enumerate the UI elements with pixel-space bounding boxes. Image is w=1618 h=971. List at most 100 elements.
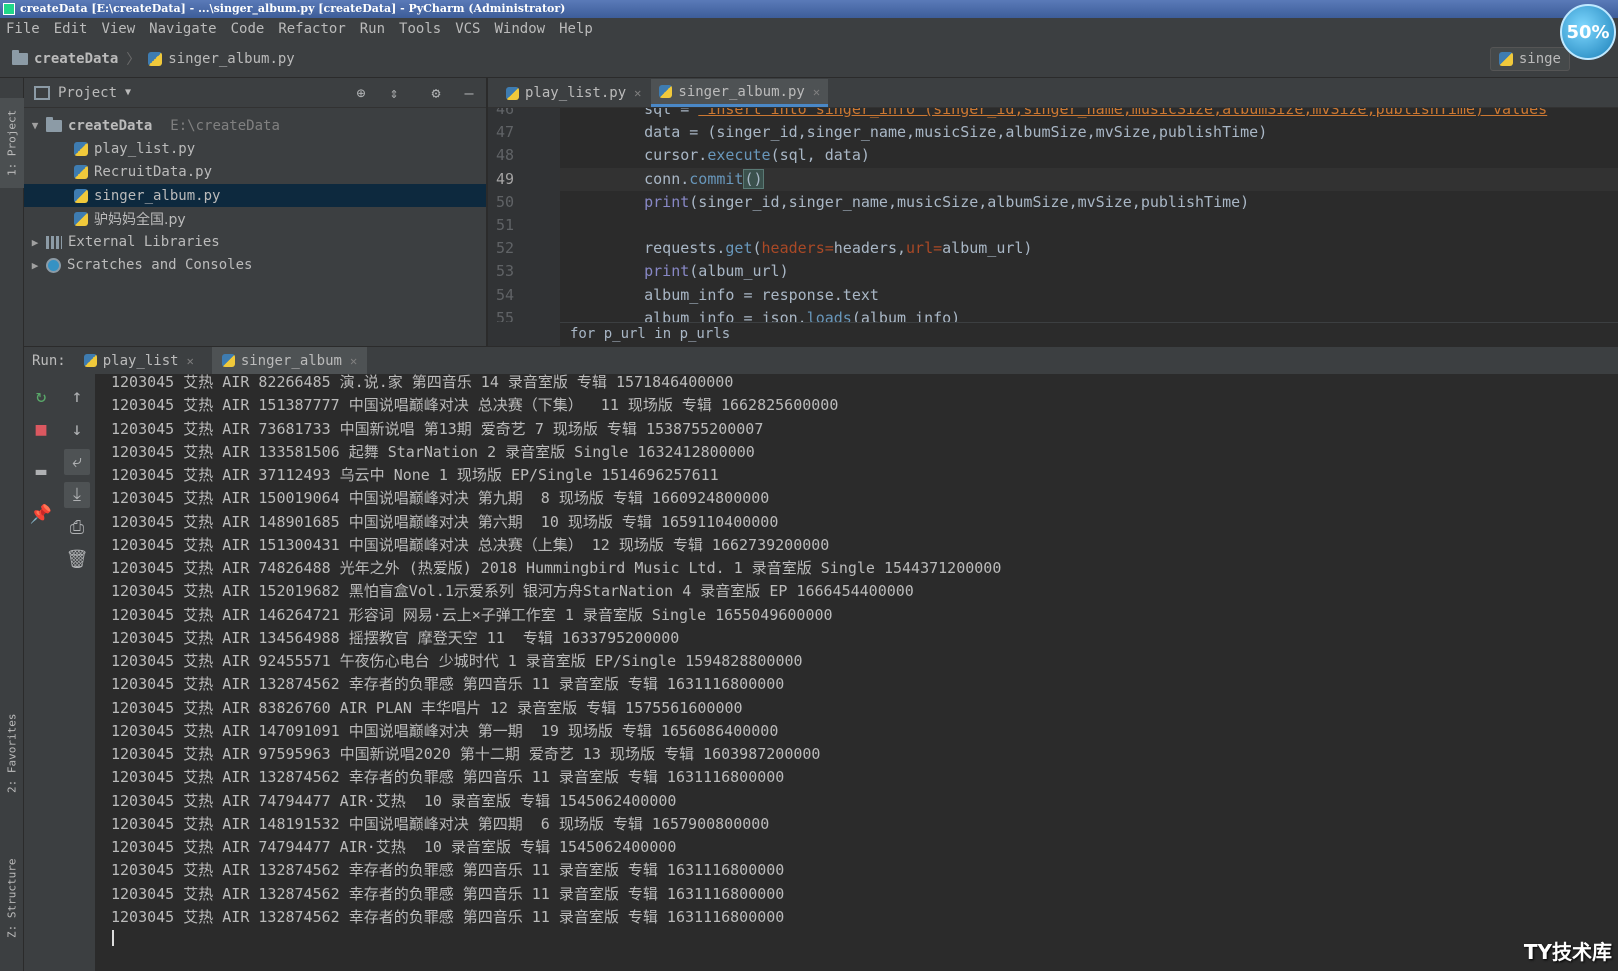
project-view-selector[interactable]: Project: [58, 85, 117, 101]
code-line[interactable]: cursor.execute(sql, data): [560, 144, 1618, 167]
tool-tab-favorites[interactable]: 2: Favorites: [0, 698, 24, 808]
tool-tab-structure[interactable]: Z: Structure: [0, 833, 24, 963]
console-output-line: 1203045 艾热 AIR 73681733 中国新说唱 第13期 爱奇艺 7…: [111, 419, 764, 438]
code-line[interactable]: album_info = response.text: [560, 284, 1618, 307]
tree-item-play-list[interactable]: play_list.py: [24, 137, 486, 160]
rerun-icon[interactable]: ↻: [28, 384, 54, 410]
code-breadcrumb[interactable]: for p_url in p_urls: [560, 322, 1618, 346]
tree-item-recruitdata[interactable]: RecruitData.py: [24, 161, 486, 184]
code-line[interactable]: sql = "insert into singer_info (singer_i…: [560, 108, 1618, 121]
tree-item-label: createData: [68, 117, 153, 134]
line-number: 47: [495, 123, 514, 142]
run-panel-header: Run: play_list ✕ singer_album ✕: [24, 346, 1618, 375]
console-output-line: 1203045 艾热 AIR 134564988 摇摆教官 摩登天空 11 专辑…: [111, 628, 680, 647]
console-output-line: 1203045 艾热 AIR 82266485 演.说.家 第四音乐 14 录音…: [111, 374, 734, 391]
code-line[interactable]: requests.get(headers=headers,url=album_u…: [560, 237, 1618, 260]
expand-arrow-icon[interactable]: ▼: [28, 119, 42, 132]
code-token: (singer_id,singer_name,musicSize,albumSi…: [689, 192, 1250, 211]
code-token: (: [752, 239, 762, 258]
code-line[interactable]: print(singer_id,singer_name,musicSize,al…: [560, 191, 1618, 214]
menu-edit[interactable]: Edit: [54, 21, 88, 37]
tree-item-label: External Libraries: [68, 234, 220, 251]
menu-code[interactable]: Code: [231, 21, 265, 37]
menu-refactor[interactable]: Refactor: [278, 21, 345, 37]
console-output-line: 1203045 艾热 AIR 74794477 AIR·艾热 10 录音室版 专…: [111, 838, 677, 856]
menu-run[interactable]: Run: [360, 21, 385, 37]
trash-icon[interactable]: 🗑: [64, 547, 90, 573]
tree-item-createdata[interactable]: ▼ createData E:\createData: [24, 114, 486, 137]
console-output-line: 1203045 艾热 AIR 146264721 形容词 网易·云上×子弹工作室…: [111, 605, 833, 624]
tree-item-lvmama[interactable]: 驴妈妈全国.py: [24, 207, 486, 230]
menu-tools[interactable]: Tools: [399, 21, 441, 37]
run-configuration-selector[interactable]: singe: [1489, 47, 1570, 71]
run-console-output[interactable]: 1203045 艾热 AIR 82266485 演.说.家 第四音乐 14 录音…: [97, 374, 1618, 971]
soft-wrap-icon[interactable]: ⤶: [64, 449, 90, 475]
project-panel-header: Project ▼ ⊕ ⇕ ⚙ —: [24, 78, 486, 108]
console-output-line: 1203045 艾热 AIR 132874562 幸存者的负罪感 第四音乐 11…: [111, 861, 785, 880]
close-icon[interactable]: ✕: [813, 85, 820, 99]
close-icon[interactable]: ✕: [350, 354, 357, 368]
breadcrumb-project[interactable]: createData: [34, 51, 118, 67]
close-icon[interactable]: ✕: [634, 86, 641, 100]
python-file-icon: [74, 141, 88, 156]
pycharm-app-icon: [3, 3, 15, 15]
code-line[interactable]: data = (singer_id,singer_name,musicSize,…: [560, 121, 1618, 144]
code-line[interactable]: album_info = json.loads(album_info): [560, 307, 1618, 322]
gear-icon[interactable]: ⚙: [427, 84, 445, 102]
line-number: 48: [495, 146, 514, 165]
menu-navigate[interactable]: Navigate: [149, 21, 216, 37]
menu-window[interactable]: Window: [495, 21, 546, 37]
code-area[interactable]: sql = "insert into singer_info (singer_i…: [560, 108, 1618, 322]
python-file-icon: [74, 165, 88, 180]
menu-file[interactable]: File: [6, 21, 40, 37]
code-token: headers,: [833, 239, 907, 258]
code-token: loads: [806, 308, 852, 322]
editor-tab-play-list[interactable]: play_list.py ✕: [498, 79, 649, 107]
pin-icon[interactable]: 📌: [28, 502, 54, 528]
run-tab-label: play_list: [102, 352, 179, 369]
python-file-icon: [221, 354, 235, 367]
breadcrumb-file[interactable]: singer_album.py: [168, 51, 294, 67]
console-output-line: 1203045 艾热 AIR 83826760 AIR PLAN 丰华唱片 12…: [111, 698, 743, 717]
code-line[interactable]: conn.commit(): [560, 167, 1618, 191]
console-output-line: 1203045 艾热 AIR 132874562 幸存者的负罪感 第四音乐 11…: [111, 884, 785, 903]
locate-icon[interactable]: ⊕: [352, 84, 370, 102]
arrow-down-icon[interactable]: ↓: [64, 417, 90, 443]
editor-tab-label: play_list.py: [525, 85, 627, 101]
menu-vcs[interactable]: VCS: [455, 21, 480, 37]
run-tab-play-list[interactable]: play_list ✕: [74, 347, 204, 375]
editor-tab-singer-album[interactable]: singer_album.py ✕: [651, 79, 829, 107]
expand-arrow-icon[interactable]: ▶: [28, 259, 42, 272]
collapse-all-icon[interactable]: ⇕: [385, 84, 403, 102]
folder-icon: [12, 49, 28, 65]
close-icon[interactable]: ✕: [187, 354, 194, 368]
code-line[interactable]: [560, 214, 1618, 237]
run-label: Run:: [32, 352, 66, 369]
tree-item-scratches[interactable]: ▶ Scratches and Consoles: [24, 254, 486, 277]
line-number: 49: [495, 169, 514, 188]
tree-item-external-libraries[interactable]: ▶ External Libraries: [24, 230, 486, 253]
chevron-down-icon[interactable]: ▼: [125, 87, 131, 98]
hide-panel-icon[interactable]: —: [460, 84, 478, 102]
stop-icon[interactable]: ■: [28, 417, 54, 443]
scroll-to-end-icon[interactable]: ⤓: [64, 482, 90, 508]
print-icon[interactable]: ⎙: [64, 515, 90, 541]
code-token: album_info = json.: [608, 308, 807, 322]
line-number: 51: [495, 215, 514, 234]
menu-help[interactable]: Help: [559, 21, 593, 37]
python-file-icon: [83, 354, 97, 367]
tree-item-singer-album[interactable]: singer_album.py: [24, 183, 486, 208]
line-number-gutter: 46 47 48 49 50 51 52 53 54 55: [488, 108, 560, 322]
tool-tab-project[interactable]: 1: Project: [0, 98, 24, 188]
layout-icon[interactable]: ▬: [28, 459, 54, 485]
expand-arrow-icon[interactable]: ▶: [28, 236, 42, 249]
menu-view[interactable]: View: [101, 21, 135, 37]
code-token: "insert into singer_info (singer_id,sing…: [698, 108, 1548, 118]
console-output-line: 1203045 艾热 AIR 132874562 幸存者的负罪感 第四音乐 11…: [111, 768, 785, 787]
code-line[interactable]: print(album_url): [560, 260, 1618, 283]
run-tab-singer-album[interactable]: singer_album ✕: [211, 346, 368, 375]
arrow-up-icon[interactable]: ↑: [64, 384, 90, 410]
line-number: 53: [495, 262, 514, 281]
